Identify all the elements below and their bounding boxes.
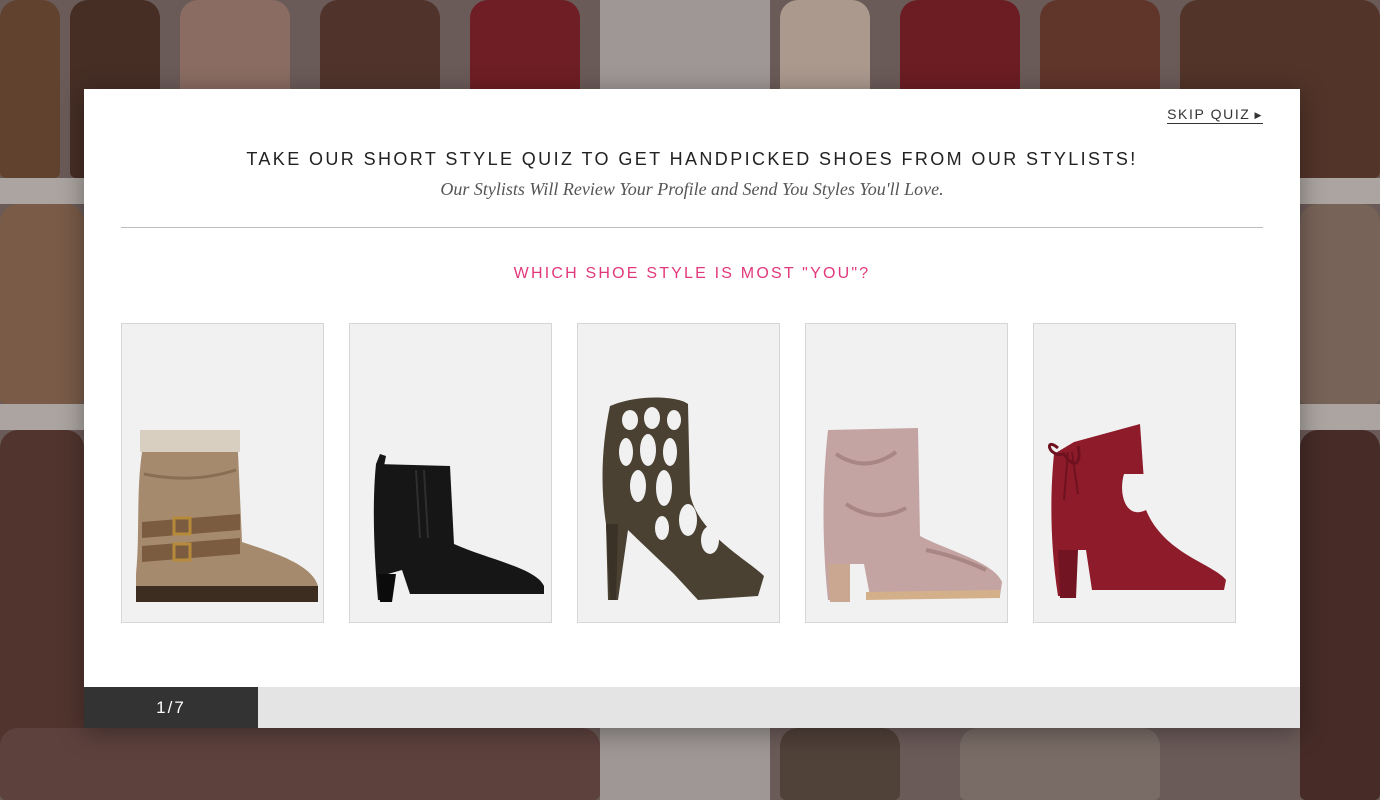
quiz-subheadline: Our Stylists Will Review Your Profile an… [440, 179, 944, 199]
skip-quiz-label: SKIP QUIZ [1167, 106, 1251, 122]
shoe-option-slouch-buckle-boot[interactable] [121, 323, 324, 623]
style-quiz-modal: SKIP QUIZ ▶ TAKE OUR SHORT STYLE QUIZ TO … [84, 89, 1300, 728]
tan-slouch-boot-icon [136, 430, 318, 602]
shoe-option-black-chelsea-bootie[interactable] [349, 323, 552, 623]
shoe-option-velvet-block-heel-bootie[interactable] [805, 323, 1008, 623]
quiz-progress-bar: 1/7 [84, 687, 1300, 728]
quiz-headline: TAKE OUR SHORT STYLE QUIZ TO GET HANDPIC… [246, 149, 1138, 169]
caret-right-icon: ▶ [1254, 110, 1263, 120]
shoe-option-burgundy-bow-bootie[interactable] [1033, 323, 1236, 623]
progress-counter: 1/7 [156, 698, 186, 717]
bow-bootie-icon [1048, 424, 1226, 598]
black-bootie-icon [373, 454, 544, 602]
cutout-heel-icon [602, 397, 764, 600]
shoe-option-cutout-cage-heel[interactable] [577, 323, 780, 623]
skip-quiz-link[interactable]: SKIP QUIZ ▶ [1167, 106, 1263, 124]
velvet-bootie-icon [823, 428, 1002, 602]
quiz-question: WHICH SHOE STYLE IS MOST "YOU"? [513, 265, 871, 282]
divider [121, 227, 1263, 228]
